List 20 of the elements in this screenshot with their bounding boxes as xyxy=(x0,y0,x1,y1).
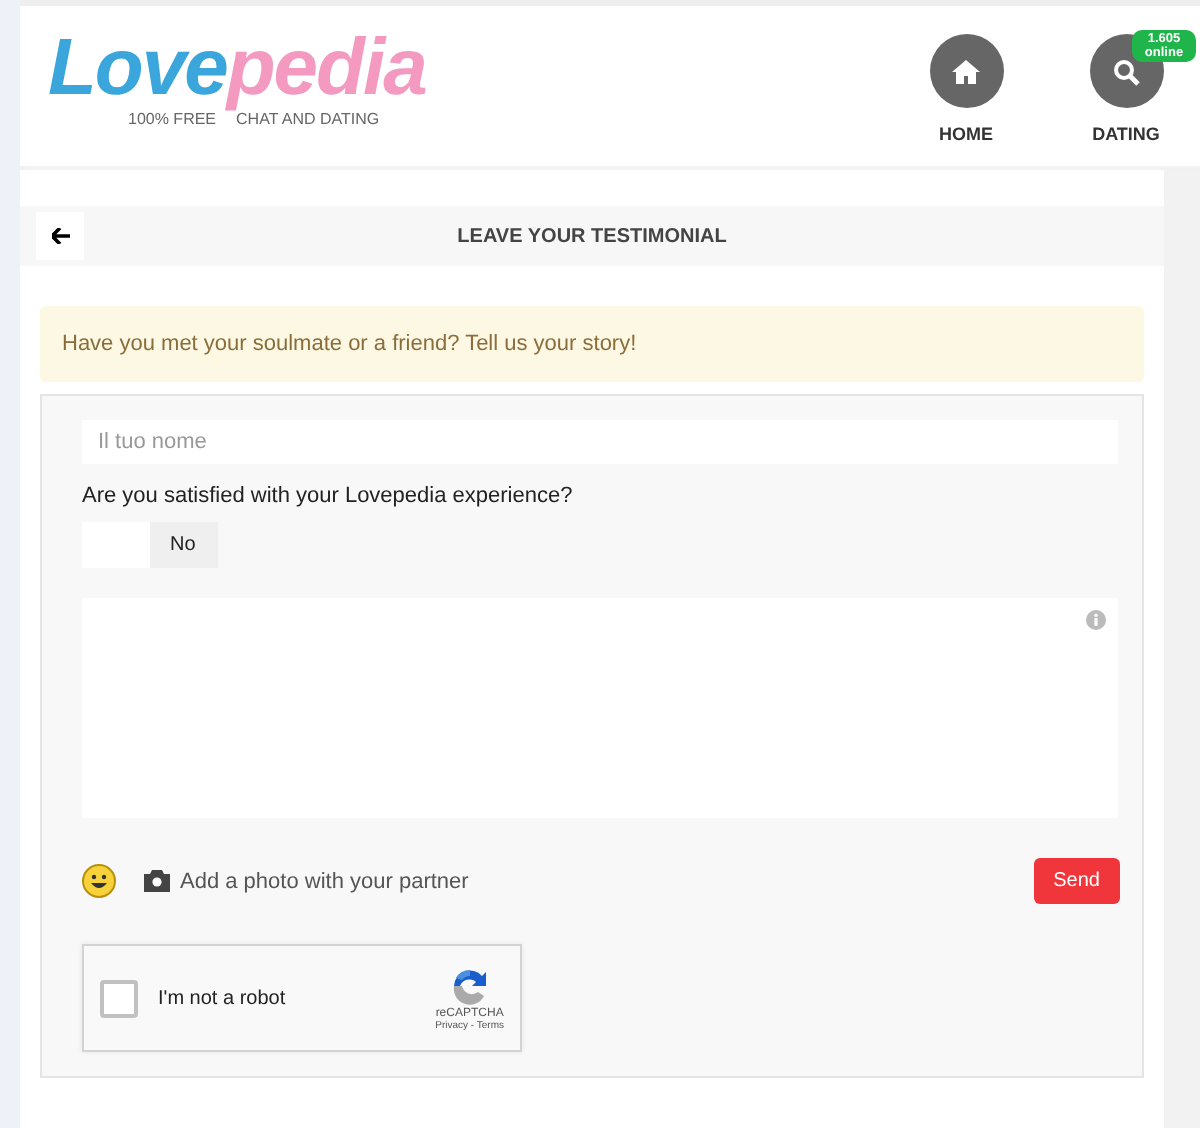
captcha-checkbox[interactable] xyxy=(100,979,138,1017)
send-button[interactable]: Send xyxy=(1033,858,1120,904)
camera-icon xyxy=(144,870,170,892)
add-photo-link[interactable]: Add a photo with your partner xyxy=(144,869,469,893)
message-field[interactable] xyxy=(82,598,1118,818)
nav-button[interactable]: HOME xyxy=(900,34,1032,144)
page-title: LEAVE YOUR TESTIMONIAL xyxy=(457,225,727,247)
info-icon xyxy=(1086,610,1106,630)
logo-tagline: CHAT AND DATING xyxy=(236,110,380,128)
home-icon xyxy=(952,59,980,83)
smiley-icon[interactable] xyxy=(82,864,116,898)
search-icon xyxy=(1112,57,1140,85)
back-button[interactable] xyxy=(36,212,84,260)
info-alert: Have you met your soulmate or a friend? Tell us your story! xyxy=(40,306,1144,382)
captcha-label: I'm not a robot xyxy=(158,987,288,1009)
logo-tagline: 100% FREE xyxy=(128,110,217,128)
question-label: Are you satisfied with your Lovepedia experience? xyxy=(82,484,575,508)
toggle-switch[interactable]: No xyxy=(82,522,218,568)
name-field[interactable]: Il tuo nome xyxy=(82,420,1118,464)
back-arrow-icon xyxy=(51,228,69,244)
